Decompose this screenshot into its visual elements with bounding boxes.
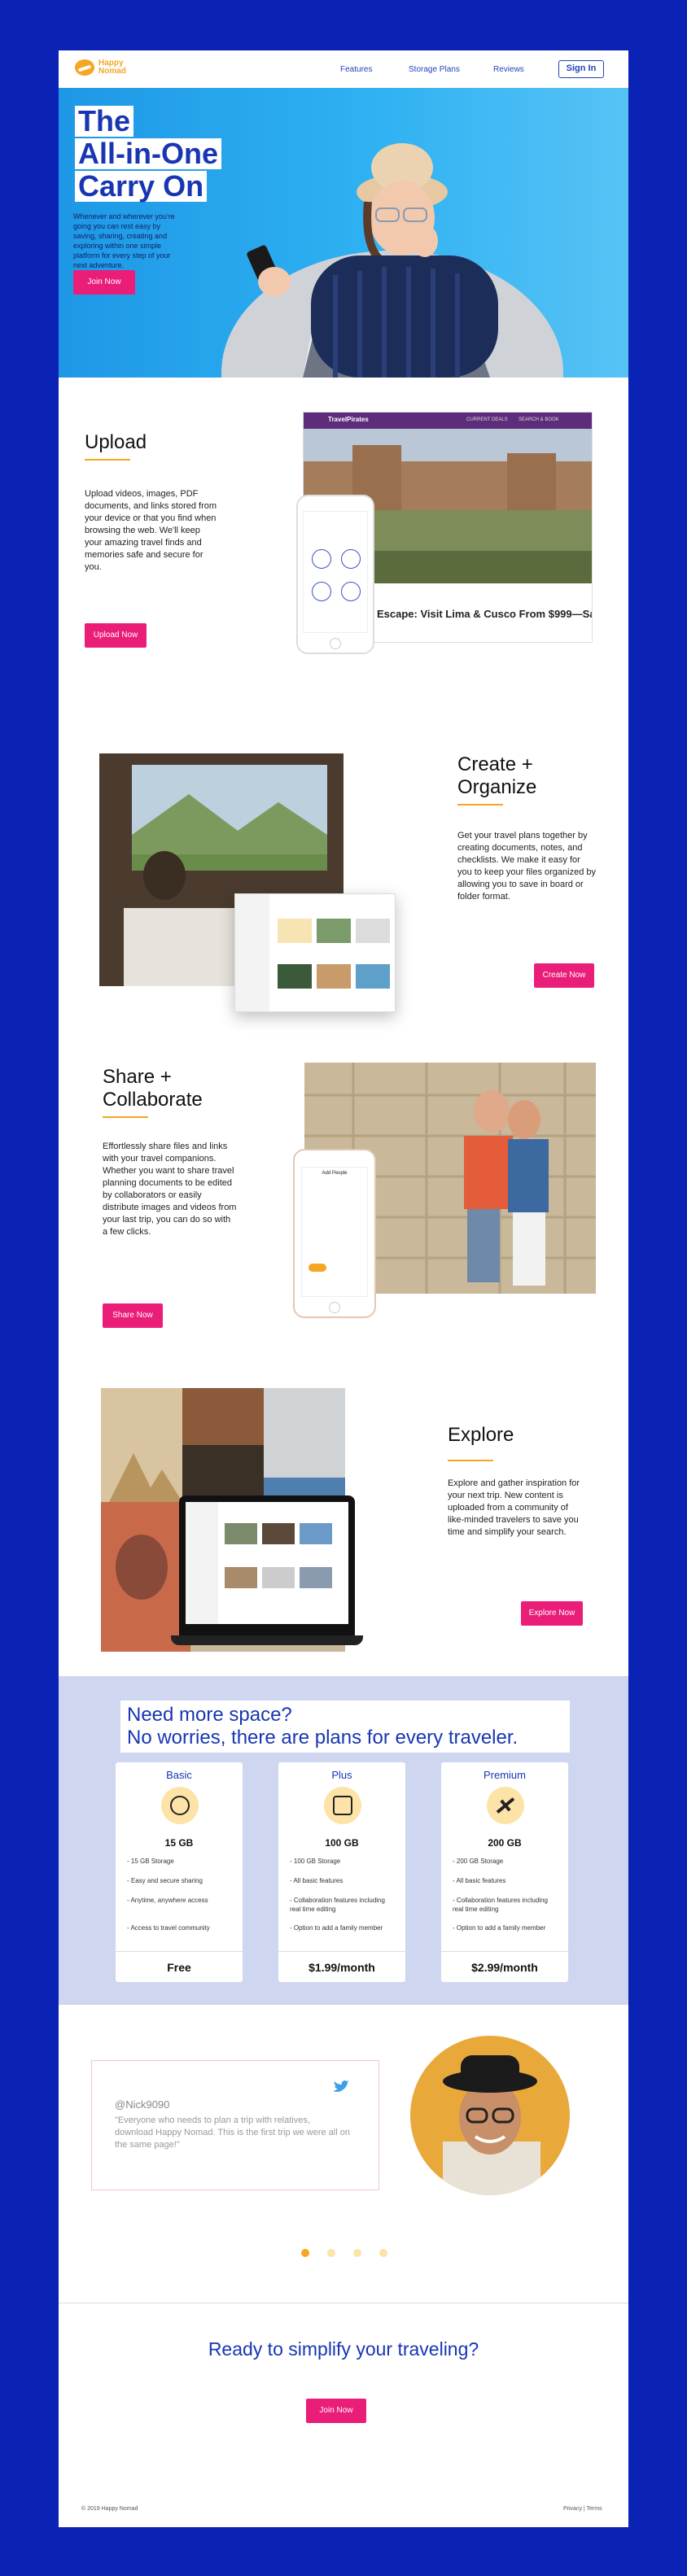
carousel-dot-1[interactable] bbox=[301, 2249, 309, 2257]
upload-underline bbox=[85, 459, 130, 461]
carousel-dot-4[interactable] bbox=[379, 2249, 387, 2257]
plan-feature: - Option to add a family member bbox=[290, 1924, 383, 1932]
testimonial-quote: "Everyone who needs to plan a trip with … bbox=[115, 2115, 350, 2150]
hero: The All-in-One Carry On Whenever and whe… bbox=[59, 88, 628, 378]
nav-link-reviews[interactable]: Reviews bbox=[493, 65, 524, 74]
plan-feature: - Option to add a family member bbox=[453, 1924, 546, 1932]
hero-join-button[interactable]: Join Now bbox=[73, 270, 135, 295]
pricing-section: Need more space? No worries, there are p… bbox=[59, 1676, 628, 2005]
plan-feature: - All basic features bbox=[290, 1877, 344, 1884]
site-nav-deals: CURRENT DEALS bbox=[466, 417, 508, 422]
suitcase-icon bbox=[324, 1787, 361, 1824]
share-now-button[interactable]: Share Now bbox=[103, 1303, 163, 1328]
plan-storage: 15 GB bbox=[164, 1837, 194, 1849]
plan-feature: - 200 GB Storage bbox=[453, 1858, 504, 1865]
plan-feature: - Collaboration features including real … bbox=[290, 1897, 385, 1913]
create-now-button[interactable]: Create Now bbox=[534, 963, 594, 988]
logo[interactable]: Happy Nomad bbox=[75, 59, 134, 76]
compass-icon bbox=[161, 1787, 199, 1824]
plan-feature: - 15 GB Storage bbox=[127, 1858, 174, 1865]
plan-storage: 200 GB bbox=[488, 1837, 522, 1849]
upload-body: Upload videos, images, PDF documents, an… bbox=[85, 489, 217, 572]
explore-body: Explore and gather inspiration for your … bbox=[448, 1478, 580, 1537]
plan-name: Premium bbox=[483, 1769, 526, 1781]
plan-storage: 100 GB bbox=[325, 1837, 359, 1849]
twitter-icon[interactable] bbox=[333, 2080, 349, 2094]
hero-photo bbox=[221, 143, 563, 378]
plan-price: Free bbox=[116, 1951, 243, 1982]
plan-price: $1.99/month bbox=[278, 1951, 405, 1982]
hero-title: The All-in-One Carry On bbox=[75, 106, 221, 203]
upload-now-button[interactable]: Upload Now bbox=[85, 623, 147, 648]
carousel-dot-3[interactable] bbox=[353, 2249, 361, 2257]
hero-subtitle: Whenever and wherever you're going you c… bbox=[73, 212, 175, 269]
share-underline bbox=[103, 1116, 148, 1118]
plan-name: Basic bbox=[166, 1769, 192, 1781]
testimonial-avatar bbox=[410, 2036, 570, 2195]
hero-title-line1: The bbox=[75, 106, 134, 137]
explore-title: Explore bbox=[448, 1424, 514, 1446]
plan-feature: - All basic features bbox=[453, 1877, 506, 1884]
create-app-screenshot bbox=[234, 893, 396, 1012]
airplane-icon bbox=[487, 1787, 524, 1824]
hero-title-line2: All-in-One bbox=[75, 138, 221, 169]
top-nav: Happy Nomad Features Storage Plans Review… bbox=[59, 50, 628, 88]
create-underline bbox=[457, 804, 503, 806]
plan-feature: - Access to travel community bbox=[127, 1924, 210, 1932]
plan-card-plus[interactable]: Plus 100 GB - 100 GB Storage - All basic… bbox=[278, 1762, 405, 1982]
testimonial-card: @Nick9090 "Everyone who needs to plan a … bbox=[91, 2060, 379, 2190]
suitcase bbox=[311, 255, 498, 378]
sign-in-button[interactable]: Sign In bbox=[558, 60, 604, 78]
pricing-title: Need more space? No worries, there are p… bbox=[120, 1701, 570, 1753]
footer-copyright: © 2019 Happy Nomad bbox=[81, 2506, 138, 2512]
logo-line2: Nomad bbox=[98, 67, 126, 76]
upload-phone bbox=[296, 495, 374, 654]
site-headline: Escape: Visit Lima & Cusco From $999—Sav… bbox=[377, 608, 593, 620]
plan-feature: - Collaboration features including real … bbox=[453, 1897, 548, 1913]
plan-card-premium[interactable]: Premium 200 GB - 200 GB Storage - All ba… bbox=[441, 1762, 568, 1982]
page: Happy Nomad Features Storage Plans Review… bbox=[59, 50, 628, 2527]
testimonial-handle: @Nick9090 bbox=[115, 2098, 170, 2111]
explore-laptop bbox=[171, 1495, 363, 1650]
footer-links[interactable]: Privacy | Terms bbox=[563, 2506, 602, 2512]
nav-link-features[interactable]: Features bbox=[340, 65, 372, 74]
plan-price: $2.99/month bbox=[441, 1951, 568, 1982]
site-nav-search: SEARCH & BOOK bbox=[519, 417, 559, 422]
create-body: Get your travel plans together by creati… bbox=[457, 831, 596, 902]
explore-now-button[interactable]: Explore Now bbox=[521, 1601, 583, 1626]
phone-add-people-title: Add People bbox=[322, 1171, 348, 1176]
hero-title-line3: Carry On bbox=[75, 171, 208, 202]
site-name: TravelPirates bbox=[328, 416, 369, 423]
carousel-dot-2[interactable] bbox=[327, 2249, 335, 2257]
upload-title: Upload bbox=[85, 431, 147, 453]
explore-underline bbox=[448, 1460, 493, 1461]
share-body: Effortlessly share files and links with … bbox=[103, 1142, 237, 1237]
nav-link-storage-plans[interactable]: Storage Plans bbox=[409, 65, 460, 74]
cta-title: Ready to simplify your traveling? bbox=[208, 2338, 479, 2360]
create-title: Create + Organize bbox=[457, 753, 537, 798]
cta-join-button[interactable]: Join Now bbox=[306, 2399, 366, 2423]
plan-card-basic[interactable]: Basic 15 GB - 15 GB Storage - Easy and s… bbox=[116, 1762, 243, 1982]
plan-name: Plus bbox=[331, 1769, 352, 1781]
share-title: Share + Collaborate bbox=[103, 1066, 203, 1111]
plan-feature: - Easy and secure sharing bbox=[127, 1877, 203, 1884]
share-phone: Add People bbox=[293, 1149, 376, 1318]
plan-feature: - Anytime, anywhere access bbox=[127, 1897, 208, 1904]
plan-feature: - 100 GB Storage bbox=[290, 1858, 341, 1865]
logo-icon bbox=[75, 59, 94, 76]
